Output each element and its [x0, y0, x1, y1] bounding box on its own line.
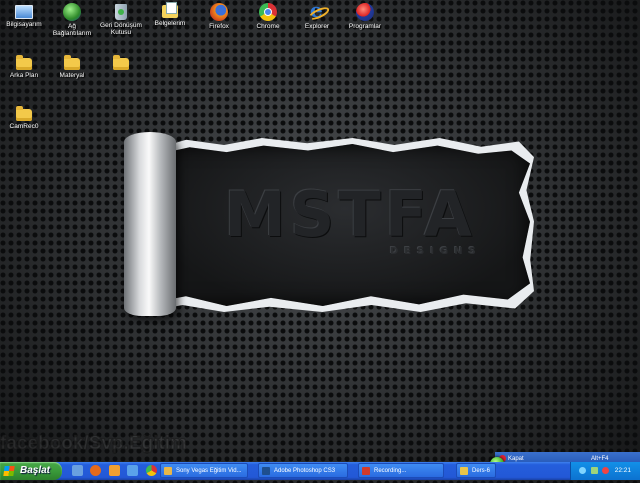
desktop-icon-label: CamRec0 — [9, 123, 39, 130]
task-label: Sony Vegas Eğitim Vid... — [176, 468, 242, 474]
recycle-bin-icon — [115, 4, 127, 20]
desktop-icon-chrome[interactable]: Chrome — [244, 2, 292, 30]
desktop-icon-arka-plan[interactable]: Arka Plan — [0, 54, 48, 79]
logo-text: MSTFA — [224, 178, 476, 251]
desktop-icon-explorer[interactable]: Explorer — [293, 0, 341, 30]
video-icon — [164, 467, 172, 475]
desktop-icon-label: Firefox — [209, 23, 229, 30]
chrome-icon[interactable] — [145, 465, 157, 476]
ie-icon[interactable] — [127, 465, 139, 476]
folder-icon — [113, 55, 129, 70]
quick-launch — [72, 465, 160, 477]
desktop[interactable]: MSTFA DESIGNS Bilgisayarım Ağ Bağlantıla… — [0, 0, 640, 462]
desktop-icon-label: Geri Dönüşüm Kutusu — [100, 22, 142, 36]
folder-icon — [64, 55, 80, 70]
photoshop-icon — [262, 467, 270, 475]
desktop-icon-label: Programlar — [348, 23, 382, 30]
record-icon — [362, 467, 370, 475]
folder-icon — [460, 467, 468, 475]
taskbar-item-photoshop[interactable]: Adobe Photoshop CS3 — [258, 463, 348, 478]
desktop-icon-recycle-bin[interactable]: Geri Dönüşüm Kutusu — [97, 2, 145, 36]
desktop-icon-label: Explorer — [304, 23, 330, 30]
network-status-icon[interactable] — [579, 467, 586, 474]
system-tray: 22:21 — [570, 462, 640, 480]
internet-explorer-icon — [308, 0, 326, 22]
desktop-icon-my-documents[interactable]: Belgelerim — [146, 2, 194, 27]
desktop-icon-network[interactable]: Ağ Bağlantılarım — [48, 2, 96, 37]
firefox-icon[interactable] — [90, 465, 102, 476]
task-label: Recording... — [374, 468, 407, 474]
desktop-icon-folder[interactable] — [97, 54, 145, 72]
watermark-text: facebook/Svp.Eğitim — [0, 433, 187, 455]
start-button[interactable]: Başlat — [0, 462, 62, 480]
paper-curl — [124, 132, 176, 316]
desktop-icon-label: Belgelerim — [154, 20, 186, 27]
taskbar-item-recording[interactable]: Recording... — [358, 463, 444, 478]
desktop-icon-label: Chrome — [256, 23, 280, 30]
desktop-icon-label: Arka Plan — [9, 72, 39, 79]
programs-icon — [356, 3, 374, 21]
task-label: Ders-6 — [472, 468, 491, 474]
start-label: Başlat — [20, 465, 51, 476]
desktop-icon-label: Ağ Bağlantılarım — [52, 23, 92, 37]
my-computer-icon — [15, 5, 33, 19]
task-label: Adobe Photoshop CS3 — [274, 468, 336, 474]
desktop-icon-my-computer[interactable]: Bilgisayarım — [0, 2, 48, 28]
security-icon[interactable] — [602, 467, 609, 474]
network-icon — [63, 3, 81, 21]
chrome-icon — [259, 3, 277, 21]
show-desktop-icon[interactable] — [72, 465, 83, 476]
desktop-icon-materyal[interactable]: Materyal — [48, 54, 96, 79]
desktop-icon-label: Bilgisayarım — [6, 21, 42, 28]
logo-subtext: DESIGNS — [390, 246, 482, 257]
volume-icon[interactable] — [591, 467, 598, 474]
desktop-icon-camrec0[interactable]: CamRec0 — [0, 105, 48, 130]
desktop-icon-firefox[interactable]: Firefox — [195, 2, 243, 30]
folder-icon — [16, 106, 32, 121]
my-documents-icon — [162, 2, 178, 18]
desktop-icon-label: Materyal — [59, 72, 85, 79]
firefox-icon — [210, 3, 228, 21]
windows-flag-icon — [3, 466, 15, 476]
taskbar-item-sony-vegas[interactable]: Sony Vegas Eğitim Vid... — [160, 463, 248, 478]
desktop-icon-programs[interactable]: Programlar — [341, 2, 389, 30]
taskbar-item-ders[interactable]: Ders-6 — [456, 463, 496, 478]
folder-icon — [16, 55, 32, 70]
media-player-icon[interactable] — [108, 465, 120, 476]
clock[interactable]: 22:21 — [615, 462, 631, 480]
taskbar: Başlat Sony Vegas Eğitim Vid... Adobe Ph… — [0, 462, 640, 480]
wallpaper-logo-banner: MSTFA DESIGNS — [120, 132, 534, 316]
